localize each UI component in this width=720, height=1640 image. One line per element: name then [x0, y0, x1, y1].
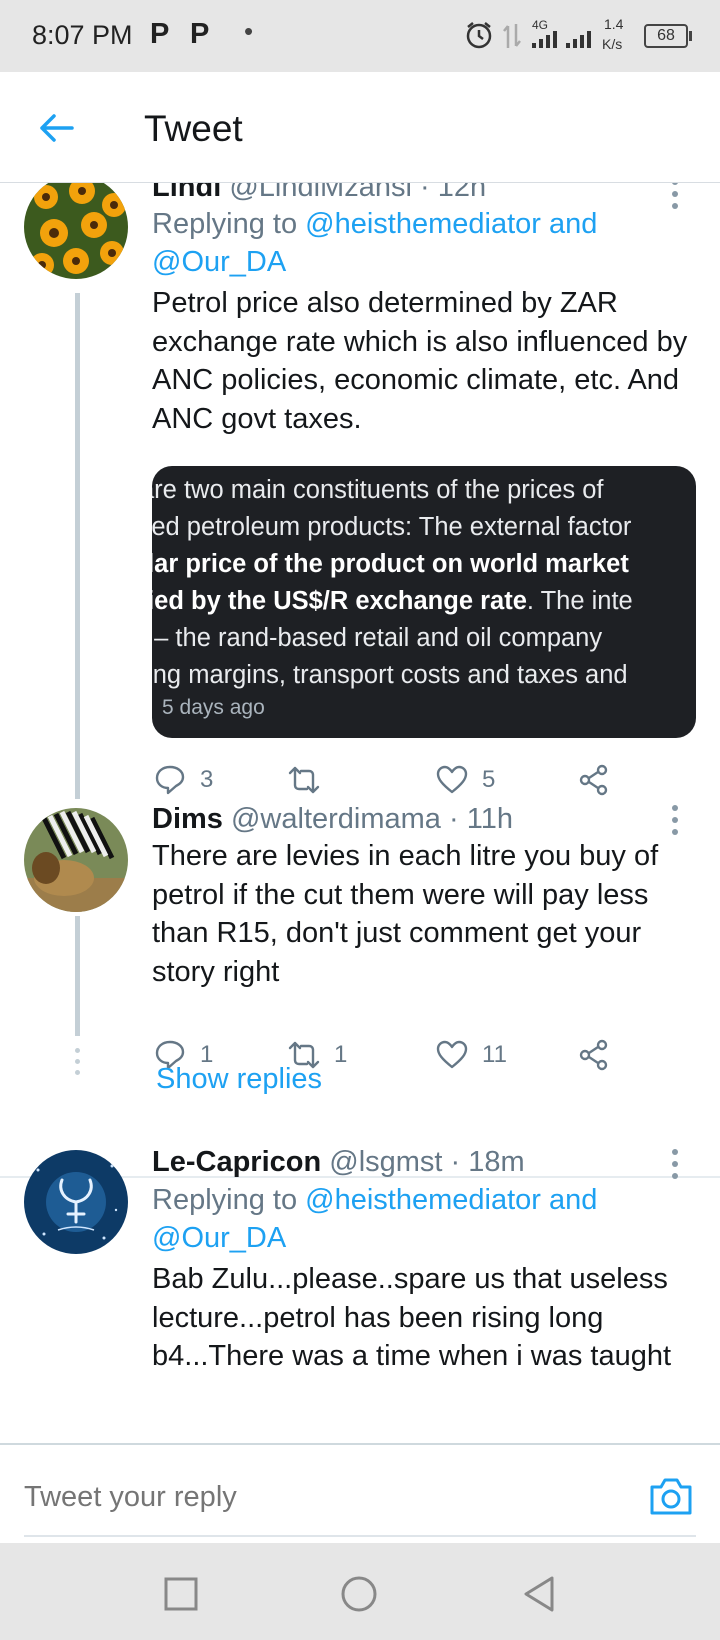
tweet-separator: ·: [450, 1146, 461, 1178]
screenshot-time: 5 days ago: [162, 696, 265, 719]
reply-composer: [0, 1443, 720, 1545]
author-handle: @lsgmst: [329, 1146, 443, 1178]
avatar[interactable]: [24, 1150, 128, 1254]
navigation-bar: [0, 1543, 720, 1640]
reply-underline: [24, 1535, 696, 1537]
author-name[interactable]: Le-Capricon: [152, 1146, 321, 1178]
thread-line: [75, 916, 80, 1036]
author-handle: @walterdimama: [230, 803, 441, 835]
avatar[interactable]: [24, 808, 128, 912]
retweet-count: 1: [334, 1041, 348, 1068]
share-icon: [579, 764, 608, 796]
thread-continuation-dots: [75, 1048, 80, 1081]
reply-count: 3: [200, 766, 214, 793]
reply-button[interactable]: 3: [154, 760, 213, 800]
back-nav-icon[interactable]: [522, 1575, 556, 1613]
recent-apps-icon[interactable]: [164, 1577, 198, 1611]
reply-icon: [155, 765, 185, 795]
share-button[interactable]: [578, 1035, 610, 1075]
retweet-icon: [288, 766, 320, 794]
tweet-text: There are levies in each litre you buy o…: [152, 840, 659, 988]
like-button[interactable]: 5: [436, 760, 495, 800]
reply-thread[interactable]: Lindi @LindiMzansi · 12h Replying to @he…: [0, 183, 720, 1443]
home-icon[interactable]: [340, 1575, 378, 1613]
author-handle: @LindiMzansi: [229, 183, 412, 203]
show-replies-link[interactable]: Show replies: [156, 1063, 322, 1096]
app-bar: Tweet: [0, 72, 720, 183]
tweet-text: Bab Zulu...please..spare us that useless…: [152, 1263, 672, 1372]
tweet-separator: ·: [449, 803, 459, 835]
tweet-time: 11h: [466, 803, 513, 835]
more-options-icon[interactable]: [672, 805, 680, 841]
battery-level: 68: [657, 27, 675, 44]
reply-input[interactable]: [24, 1481, 584, 1514]
tweet-actions: 3 5: [152, 760, 712, 800]
screenshot-line: ; – the rand-based retail and oil compan…: [152, 624, 603, 652]
tweet-header: Lindi @LindiMzansi · 12h: [152, 183, 486, 204]
alarm-icon: [466, 22, 492, 49]
heart-icon: [436, 1040, 468, 1069]
share-icon: [579, 1039, 608, 1071]
status-bar: 8:07 PM P P • 4G 1.4 K/s 68: [0, 0, 720, 72]
like-count: 5: [482, 766, 496, 793]
status-time: 8:07 PM: [32, 20, 133, 50]
notification-p-icon: P: [150, 18, 170, 50]
replying-to-prefix: Replying to: [152, 1184, 298, 1216]
retweet-button[interactable]: [288, 760, 334, 800]
tweet-text: Petrol price also determined by ZAR exch…: [152, 287, 688, 435]
data-transfer-icon: [503, 24, 521, 48]
screenshot-text: are two main constituents of the prices …: [152, 472, 696, 694]
page-title: Tweet: [144, 108, 243, 149]
tweet-header: Le-Capricon @lsgmst · 18m: [152, 1146, 525, 1179]
screenshot-line: llar price of the product on world marke…: [152, 550, 629, 578]
signal-icon: [532, 31, 591, 48]
heart-icon: [436, 765, 468, 794]
tweet-time: 12h: [437, 183, 487, 203]
tweet-header: Dims @walterdimama · 11h: [152, 803, 513, 836]
camera-icon[interactable]: [648, 1475, 694, 1517]
notification-p-icon: P: [190, 18, 210, 50]
replying-to: Replying to @heisthemediator and @Our_DA: [152, 1181, 692, 1257]
thread-line: [75, 293, 80, 799]
screenshot-line: lled petroleum products: The external fa…: [152, 513, 632, 541]
share-button[interactable]: [578, 760, 610, 800]
replying-to-prefix: Replying to: [152, 208, 298, 240]
more-notifications-dot: •: [244, 16, 254, 46]
avatar[interactable]: [24, 183, 128, 279]
tweet-separator: ·: [419, 183, 430, 203]
replying-to: Replying to @heisthemediator and @Our_DA: [152, 205, 692, 281]
network-speed: 1.4: [604, 16, 624, 32]
author-name[interactable]: Lindi: [152, 183, 221, 203]
screenshot-line: lied by the US$/R exchange rate. The int…: [152, 587, 633, 615]
screenshot-line: ting margins, transport costs and taxes …: [152, 661, 628, 689]
tweet-time: 18m: [468, 1146, 525, 1178]
back-arrow-icon[interactable]: [36, 108, 76, 148]
network-speed-unit: K/s: [602, 36, 623, 52]
like-button[interactable]: 11: [436, 1035, 507, 1075]
more-options-icon[interactable]: [672, 1149, 680, 1185]
author-name[interactable]: Dims: [152, 803, 223, 835]
battery-icon: 68: [644, 24, 692, 48]
like-count: 11: [482, 1041, 507, 1068]
screenshot-line: are two main constituents of the prices …: [152, 476, 604, 504]
screenshot-card[interactable]: are two main constituents of the prices …: [152, 466, 696, 738]
